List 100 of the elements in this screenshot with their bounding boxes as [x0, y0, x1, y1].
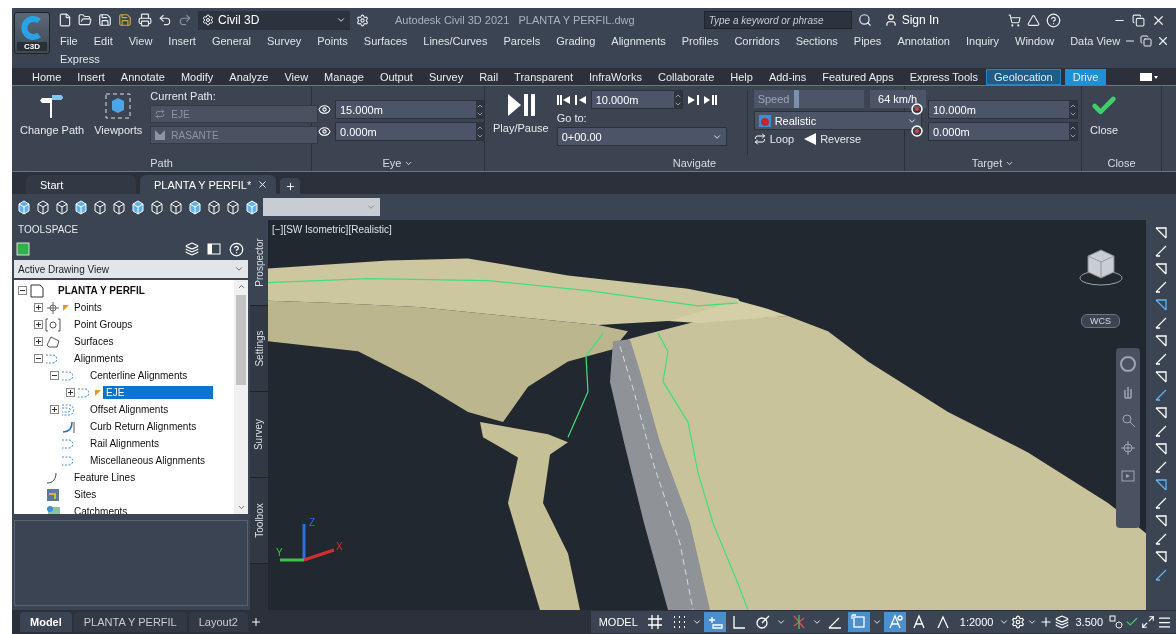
menu-item[interactable]: Lines/Curves	[423, 35, 488, 47]
new-tab-button[interactable]	[280, 178, 301, 194]
spinner-arrows-icon[interactable]	[476, 101, 484, 118]
eye-offset-field[interactable]: 0.000m	[335, 122, 485, 141]
loop-button[interactable]: Loop	[753, 133, 795, 145]
restore-icon[interactable]	[1132, 13, 1145, 27]
cart-icon[interactable]	[1008, 13, 1021, 27]
tree-item[interactable]: Curb Return Alignments	[87, 420, 200, 433]
target-offset-field[interactable]: 0.000m	[928, 122, 1078, 141]
undo-icon[interactable]	[158, 13, 172, 27]
ribbon-tab[interactable]: Analyze	[221, 68, 277, 85]
expand-toggle[interactable]	[34, 303, 43, 312]
layout-tab[interactable]: Layout2	[188, 612, 248, 632]
menu-item[interactable]: Profiles	[681, 35, 719, 47]
menu-item[interactable]: Alignments	[611, 35, 666, 47]
view-cube-icon[interactable]	[111, 199, 127, 215]
menu-item[interactable]: Points	[317, 35, 348, 47]
view-cube-icon[interactable]	[149, 199, 165, 215]
ribbon-tab[interactable]: Transparent	[506, 68, 581, 85]
menu-item[interactable]: Survey	[267, 35, 302, 47]
caret-icon[interactable]	[775, 617, 786, 627]
tree-item[interactable]: Points	[71, 301, 105, 314]
collapse-toggle[interactable]	[34, 354, 43, 363]
tree-item[interactable]: Rail Alignments	[87, 437, 162, 450]
settings-icon[interactable]	[1011, 615, 1026, 629]
shapes-icon[interactable]	[1109, 615, 1123, 629]
drafting-tool-icon[interactable]	[1154, 388, 1168, 402]
menu-item[interactable]: Grading	[556, 35, 596, 47]
menu-item[interactable]: Insert	[168, 35, 196, 47]
ribbon-tab[interactable]: Home	[24, 68, 70, 85]
print-icon[interactable]	[138, 13, 152, 27]
spinner-arrows-icon[interactable]	[1069, 101, 1077, 118]
view-cube-icon[interactable]	[16, 199, 32, 215]
tree-item[interactable]: Miscellaneous Alignments	[87, 454, 209, 467]
menu-item[interactable]: Surfaces	[363, 35, 408, 47]
step-field[interactable]: 10.000m	[590, 90, 683, 109]
tree-item[interactable]: Feature Lines	[71, 471, 139, 484]
ribbon-tab[interactable]: Survey	[420, 68, 472, 85]
new-file-icon[interactable]	[58, 13, 72, 27]
close-button[interactable]: Close	[1088, 90, 1121, 155]
ribbon-tab[interactable]: Annotate	[112, 68, 173, 85]
view-cube-icon[interactable]	[225, 199, 241, 215]
scroll-down-icon[interactable]	[236, 503, 246, 512]
zoom-icon[interactable]	[1120, 412, 1136, 428]
panel-title[interactable]: Eye	[312, 155, 484, 171]
ribbon-tab[interactable]: Featured Apps	[814, 68, 902, 85]
menu-item[interactable]: File	[60, 35, 78, 47]
ribbon-tab[interactable]: Help	[722, 68, 761, 85]
menu-item[interactable]: Sections	[795, 35, 838, 47]
view-cube-icon[interactable]	[35, 199, 51, 215]
side-tab[interactable]: Settings	[250, 306, 268, 392]
triangle-icon[interactable]	[1027, 13, 1040, 27]
menu-item[interactable]: Window	[1015, 35, 1055, 47]
spinner-arrows-icon[interactable]	[476, 123, 484, 140]
spinner-arrows-icon[interactable]	[673, 91, 682, 108]
caret-icon[interactable]	[1027, 617, 1038, 627]
view-cube-icon[interactable]	[73, 199, 89, 215]
viewport-label[interactable]: [−][SW Isometric][Realistic]	[272, 224, 392, 235]
collapse-toggle[interactable]	[18, 286, 27, 295]
scrollbar[interactable]	[234, 280, 248, 514]
viewports-button[interactable]: Viewports	[92, 90, 145, 155]
ribbon-tab[interactable]: Collaborate	[650, 68, 723, 85]
sign-in-button[interactable]: Sign In	[883, 13, 940, 27]
view-cube-icon[interactable]	[168, 199, 184, 215]
menu-item[interactable]: Express	[60, 53, 100, 65]
caret-icon[interactable]	[811, 617, 822, 627]
caret-icon[interactable]	[691, 617, 702, 627]
menu-item[interactable]: Pipes	[853, 35, 882, 47]
menu-item[interactable]: Parcels	[503, 35, 541, 47]
coordinate-system-label[interactable]: WCS	[1081, 314, 1120, 328]
view-cube-icon[interactable]	[130, 199, 146, 215]
expand-toggle[interactable]	[66, 388, 75, 397]
side-tab[interactable]: Prospector	[250, 220, 268, 306]
close-icon[interactable]	[1156, 34, 1170, 48]
ribbon-tab[interactable]: Manage	[316, 68, 372, 85]
spinner-arrows-icon[interactable]	[1069, 123, 1077, 140]
navigation-bar[interactable]	[1116, 348, 1140, 528]
expand-toggle[interactable]	[34, 320, 43, 329]
expand-toggle[interactable]	[34, 337, 43, 346]
ribbon-tab[interactable]: Output	[371, 68, 421, 85]
panel-title[interactable]: Target	[905, 155, 1081, 171]
skip-to-end-icon[interactable]	[702, 93, 717, 106]
fullscreen-icon[interactable]	[1141, 615, 1155, 629]
layers-icon[interactable]	[1055, 615, 1070, 629]
go-to-dropdown[interactable]: 0+00.00	[556, 127, 727, 146]
annotation-scale-button[interactable]: 1:2000	[955, 616, 998, 628]
lineweight-value[interactable]: 3.500	[1071, 616, 1107, 628]
collapse-toggle[interactable]	[50, 371, 59, 380]
menu-item[interactable]: Data View	[1070, 35, 1121, 47]
file-tab[interactable]: Start	[26, 175, 136, 194]
ribbon-tab[interactable]: View	[276, 68, 317, 85]
speed-slider-fill[interactable]	[793, 90, 799, 108]
search-field[interactable]: Type a keyword or phrase	[703, 11, 852, 29]
redo-icon[interactable]	[178, 13, 192, 27]
view-cube-icon[interactable]	[244, 199, 260, 215]
menu-item[interactable]: View	[128, 35, 153, 47]
tree-item[interactable]: Sites	[71, 488, 100, 501]
save-icon[interactable]	[98, 13, 112, 27]
ribbon-tab[interactable]: Modify	[172, 68, 222, 85]
tree-item[interactable]: PLANTA Y PERFIL	[55, 284, 148, 297]
